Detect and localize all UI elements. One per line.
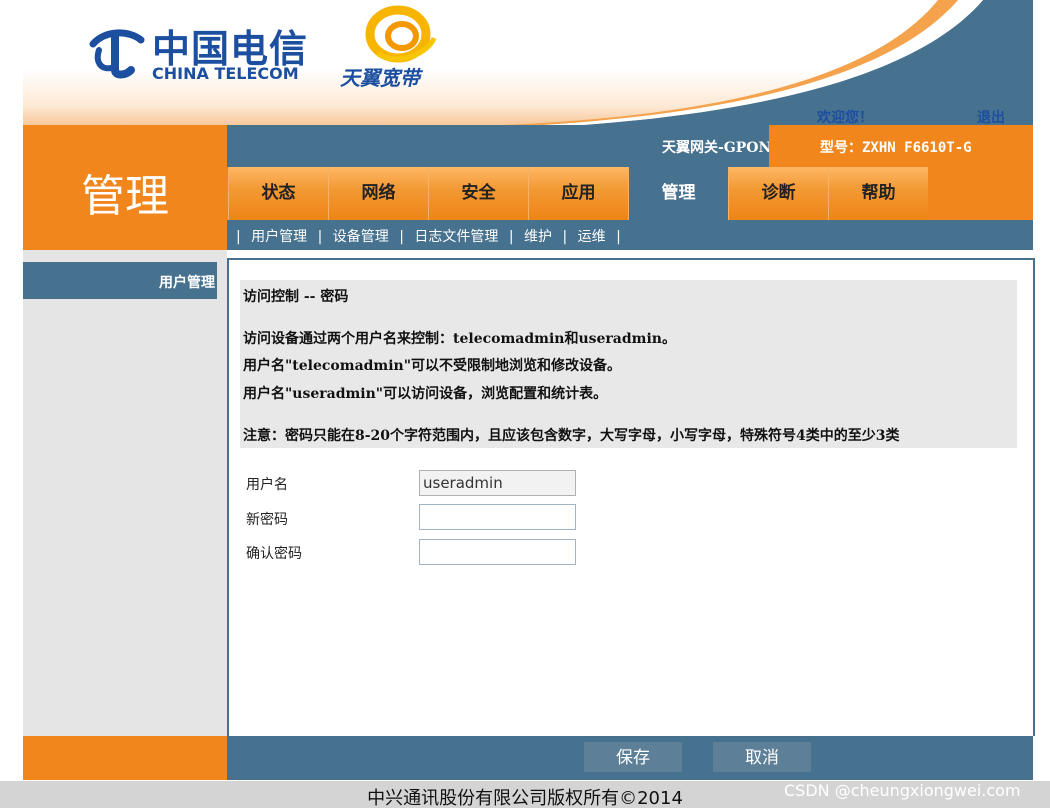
footer-left-block bbox=[23, 736, 227, 780]
description-line: 用户名"useradmin"可以访问设备，浏览配置和统计表。 bbox=[243, 386, 608, 402]
new-password-label: 新密码 bbox=[246, 512, 288, 528]
tab-management[interactable]: 管理 bbox=[628, 167, 728, 220]
china-telecom-logo-icon bbox=[89, 29, 145, 79]
tianyi-logo-icon bbox=[365, 5, 437, 63]
logout-link[interactable]: 退出 bbox=[977, 107, 1005, 127]
subtab-maintenance[interactable]: 维护 bbox=[524, 229, 552, 245]
sub-nav-items: | 用户管理 | 设备管理 | 日志文件管理 | 维护 | 运维 | bbox=[230, 226, 627, 246]
sidebar bbox=[23, 250, 227, 736]
page-heading: 访问控制 -- 密码 bbox=[243, 289, 349, 305]
description-line: 用户名"telecomadmin"可以不受限制地浏览和修改设备。 bbox=[243, 358, 622, 374]
username-field[interactable] bbox=[419, 470, 576, 496]
username-label: 用户名 bbox=[246, 477, 288, 493]
separator: | bbox=[236, 229, 241, 245]
tab-diagnostics[interactable]: 诊断 bbox=[728, 167, 828, 220]
new-password-field[interactable] bbox=[419, 504, 576, 530]
subtab-device-management[interactable]: 设备管理 bbox=[333, 229, 389, 245]
product-name-text: 天翼宽带 bbox=[340, 66, 420, 90]
separator: | bbox=[562, 229, 568, 245]
separator: | bbox=[508, 229, 514, 245]
tab-status[interactable]: 状态 bbox=[228, 167, 328, 220]
separator: | bbox=[399, 229, 404, 245]
brand-en-text: CHINA TELECOM bbox=[152, 64, 299, 83]
password-note: 注意：密码只能在8-20个字符范围内，且应该包含数字，大写字母，小写字母，特殊符… bbox=[243, 428, 900, 444]
tab-security[interactable]: 安全 bbox=[428, 167, 528, 220]
model-label: 型号：ZXHN F6610T-G bbox=[820, 140, 972, 156]
separator: | bbox=[616, 229, 621, 245]
gateway-label: 天翼网关-GPON bbox=[662, 140, 772, 156]
subtab-operations[interactable]: 运维 bbox=[578, 229, 606, 245]
tab-help[interactable]: 帮助 bbox=[828, 167, 928, 220]
cancel-button[interactable]: 取消 bbox=[713, 742, 811, 772]
watermark-text: CSDN @cheungxiongwei.com bbox=[784, 781, 1021, 800]
separator: | bbox=[317, 229, 323, 245]
welcome-text: 欢迎您！ bbox=[817, 110, 873, 126]
subtab-user-management[interactable]: 用户管理 bbox=[251, 229, 307, 245]
confirm-password-field[interactable] bbox=[419, 539, 576, 565]
description-line: 访问设备通过两个用户名来控制：telecomadmin和useradmin。 bbox=[243, 331, 676, 347]
tab-application[interactable]: 应用 bbox=[528, 167, 628, 220]
confirm-password-label: 确认密码 bbox=[246, 546, 302, 562]
save-button[interactable]: 保存 bbox=[584, 742, 682, 772]
sidebar-item-label: 用户管理 bbox=[159, 275, 215, 291]
section-title: 管理 bbox=[81, 171, 169, 222]
tab-network[interactable]: 网络 bbox=[328, 167, 428, 220]
subtab-log-file-management[interactable]: 日志文件管理 bbox=[414, 229, 498, 245]
